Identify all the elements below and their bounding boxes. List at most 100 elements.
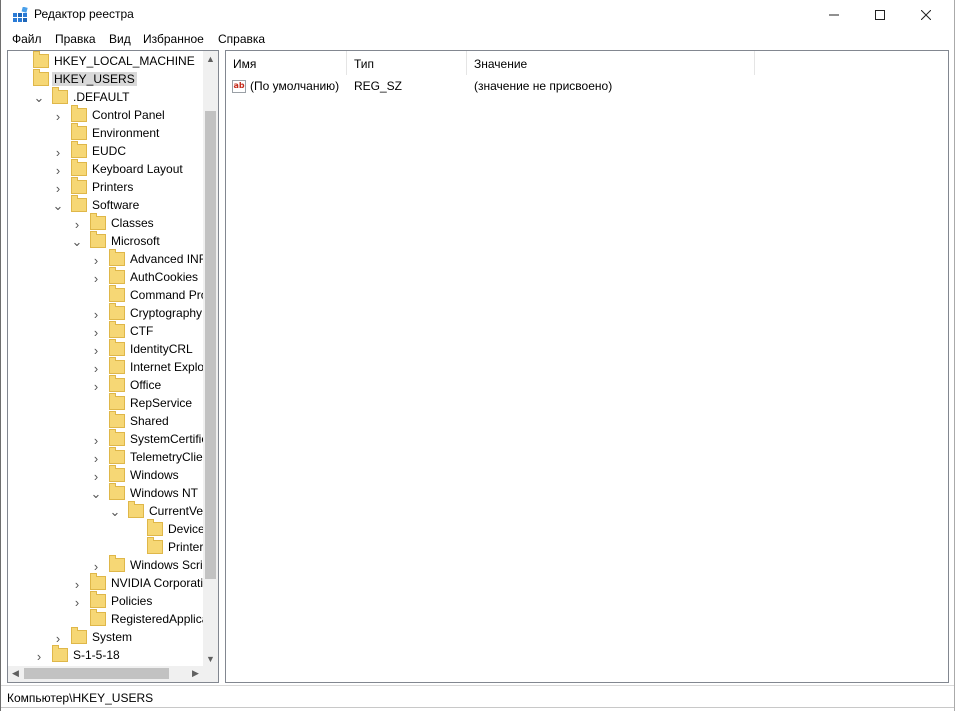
chevron-right-icon[interactable]: › [90, 559, 102, 574]
menu-favorites[interactable]: Избранное [143, 32, 204, 46]
scroll-up-arrow-icon[interactable]: ▲ [203, 51, 218, 66]
chevron-right-icon[interactable]: › [90, 271, 102, 286]
chevron-down-icon[interactable]: ⌄ [71, 234, 83, 249]
scroll-right-arrow-icon[interactable]: ▶ [188, 666, 203, 681]
values-pane[interactable]: Имя Тип Значение ab (По умолчанию) REG_S… [225, 50, 949, 683]
minimize-button[interactable] [811, 0, 857, 30]
column-header-type[interactable]: Тип [347, 51, 467, 75]
chevron-right-icon[interactable]: › [90, 325, 102, 340]
tree-node[interactable]: › SystemCertificate [8, 429, 203, 449]
tree-node[interactable]: › CTF [8, 321, 203, 341]
chevron-right-icon[interactable]: › [90, 469, 102, 484]
scroll-left-arrow-icon[interactable]: ◀ [8, 666, 23, 681]
tree-node[interactable]: › TelemetryClient [8, 447, 203, 467]
tree-node[interactable]: RepService [8, 393, 203, 413]
key-tree-pane[interactable]: HKEY_LOCAL_MACHINE HKEY_USERS ⌄ .DEFAULT › Co… [7, 50, 219, 683]
tree-node[interactable]: › Internet Explorer [8, 357, 203, 377]
tree-node-label: Policies [111, 594, 153, 608]
tree-node[interactable]: ⌄ Microsoft [8, 231, 203, 251]
key-tree: HKEY_LOCAL_MACHINE HKEY_USERS ⌄ .DEFAULT › Co… [8, 51, 203, 666]
tree-node[interactable]: › Classes [8, 213, 203, 233]
tree-node[interactable]: Shared [8, 411, 203, 431]
tree-node[interactable]: › Windows Script H [8, 555, 203, 575]
menu-file[interactable]: Файл [12, 32, 42, 46]
chevron-right-icon[interactable]: › [52, 145, 64, 160]
tree-node[interactable]: PrinterPor [8, 537, 203, 557]
tree-node[interactable]: › NVIDIA Corporation [8, 573, 203, 593]
folder-icon [147, 537, 163, 554]
tree-node[interactable]: ⌄ .DEFAULT [8, 87, 203, 107]
tree-node[interactable]: › Advanced INF Set [8, 249, 203, 269]
close-button[interactable] [903, 0, 949, 30]
scroll-down-arrow-icon[interactable]: ▼ [203, 651, 218, 666]
chevron-right-icon[interactable]: › [52, 631, 64, 646]
tree-node[interactable]: › IdentityCRL [8, 339, 203, 359]
tree-node[interactable]: › S-1-5-18 [8, 645, 203, 665]
tree-node[interactable]: Devices [8, 519, 203, 539]
chevron-right-icon[interactable]: › [52, 181, 64, 196]
chevron-right-icon[interactable]: › [90, 361, 102, 376]
tree-node[interactable]: › Policies [8, 591, 203, 611]
chevron-right-icon[interactable]: › [71, 595, 83, 610]
tree-horizontal-scrollbar[interactable]: ◀ ▶ [8, 666, 203, 682]
chevron-right-icon[interactable]: › [90, 379, 102, 394]
tree-node-label: Windows Script H [130, 558, 203, 572]
tree-node[interactable]: › Control Panel [8, 105, 203, 125]
registry-app-icon [13, 7, 28, 22]
tree-node[interactable]: › Cryptography [8, 303, 203, 323]
folder-icon [71, 159, 87, 176]
tree-node-label: PrinterPor [168, 540, 203, 554]
tree-node[interactable]: Command Proce [8, 285, 203, 305]
chevron-down-icon[interactable]: ⌄ [52, 198, 64, 213]
folder-icon [109, 267, 125, 284]
tree-vertical-scroll-thumb[interactable] [205, 111, 216, 579]
tree-node[interactable]: › System [8, 627, 203, 647]
tree-node[interactable]: › EUDC [8, 141, 203, 161]
chevron-right-icon[interactable]: › [90, 253, 102, 268]
tree-node[interactable]: › Office [8, 375, 203, 395]
tree-node[interactable]: ⌄ Software [8, 195, 203, 215]
tree-node[interactable]: › Keyboard Layout [8, 159, 203, 179]
folder-icon [90, 591, 106, 608]
tree-node[interactable]: ⌄ CurrentVersio [8, 501, 203, 521]
column-header-data[interactable]: Значение [467, 51, 755, 75]
maximize-button[interactable] [857, 0, 903, 30]
chevron-down-icon[interactable]: ⌄ [109, 504, 121, 519]
column-header-name[interactable]: Имя [226, 51, 347, 75]
tree-horizontal-scroll-thumb[interactable] [24, 668, 169, 679]
chevron-right-icon[interactable]: › [71, 577, 83, 592]
menu-view[interactable]: Вид [109, 32, 131, 46]
tree-node[interactable]: ⌄ Windows NT [8, 483, 203, 503]
tree-node-label: System [92, 630, 133, 644]
folder-icon [71, 141, 87, 158]
tree-node[interactable]: Environment [8, 123, 203, 143]
menu-edit[interactable]: Правка [55, 32, 96, 46]
folder-icon [109, 285, 125, 302]
tree-node[interactable]: › AuthCookies [8, 267, 203, 287]
chevron-right-icon[interactable]: › [71, 217, 83, 232]
tree-node-label: Office [130, 378, 162, 392]
chevron-right-icon[interactable]: › [90, 307, 102, 322]
tree-node-label: Command Proce [130, 288, 203, 302]
folder-icon [71, 177, 87, 194]
tree-node-label: Keyboard Layout [92, 162, 183, 176]
folder-icon [109, 303, 125, 320]
chevron-right-icon[interactable]: › [90, 343, 102, 358]
tree-node[interactable]: › Windows [8, 465, 203, 485]
value-row[interactable]: ab (По умолчанию) REG_SZ (значение не пр… [226, 77, 926, 95]
chevron-down-icon[interactable]: ⌄ [90, 486, 102, 501]
menu-help[interactable]: Справка [218, 32, 265, 46]
chevron-right-icon[interactable]: › [33, 649, 45, 664]
tree-node[interactable]: HKEY_USERS [8, 69, 203, 89]
chevron-right-icon[interactable]: › [90, 433, 102, 448]
chevron-right-icon[interactable]: › [90, 451, 102, 466]
chevron-right-icon[interactable]: › [52, 163, 64, 178]
title-bar[interactable]: Редактор реестра [1, 0, 954, 30]
tree-node[interactable]: › Printers [8, 177, 203, 197]
chevron-down-icon[interactable]: ⌄ [33, 90, 45, 105]
value-data: (значение не присвоено) [474, 79, 613, 93]
folder-icon [33, 51, 49, 68]
tree-vertical-scrollbar[interactable]: ▲ ▼ [203, 51, 218, 666]
chevron-right-icon[interactable]: › [52, 109, 64, 124]
tree-node[interactable]: RegisteredApplicatio [8, 609, 203, 629]
